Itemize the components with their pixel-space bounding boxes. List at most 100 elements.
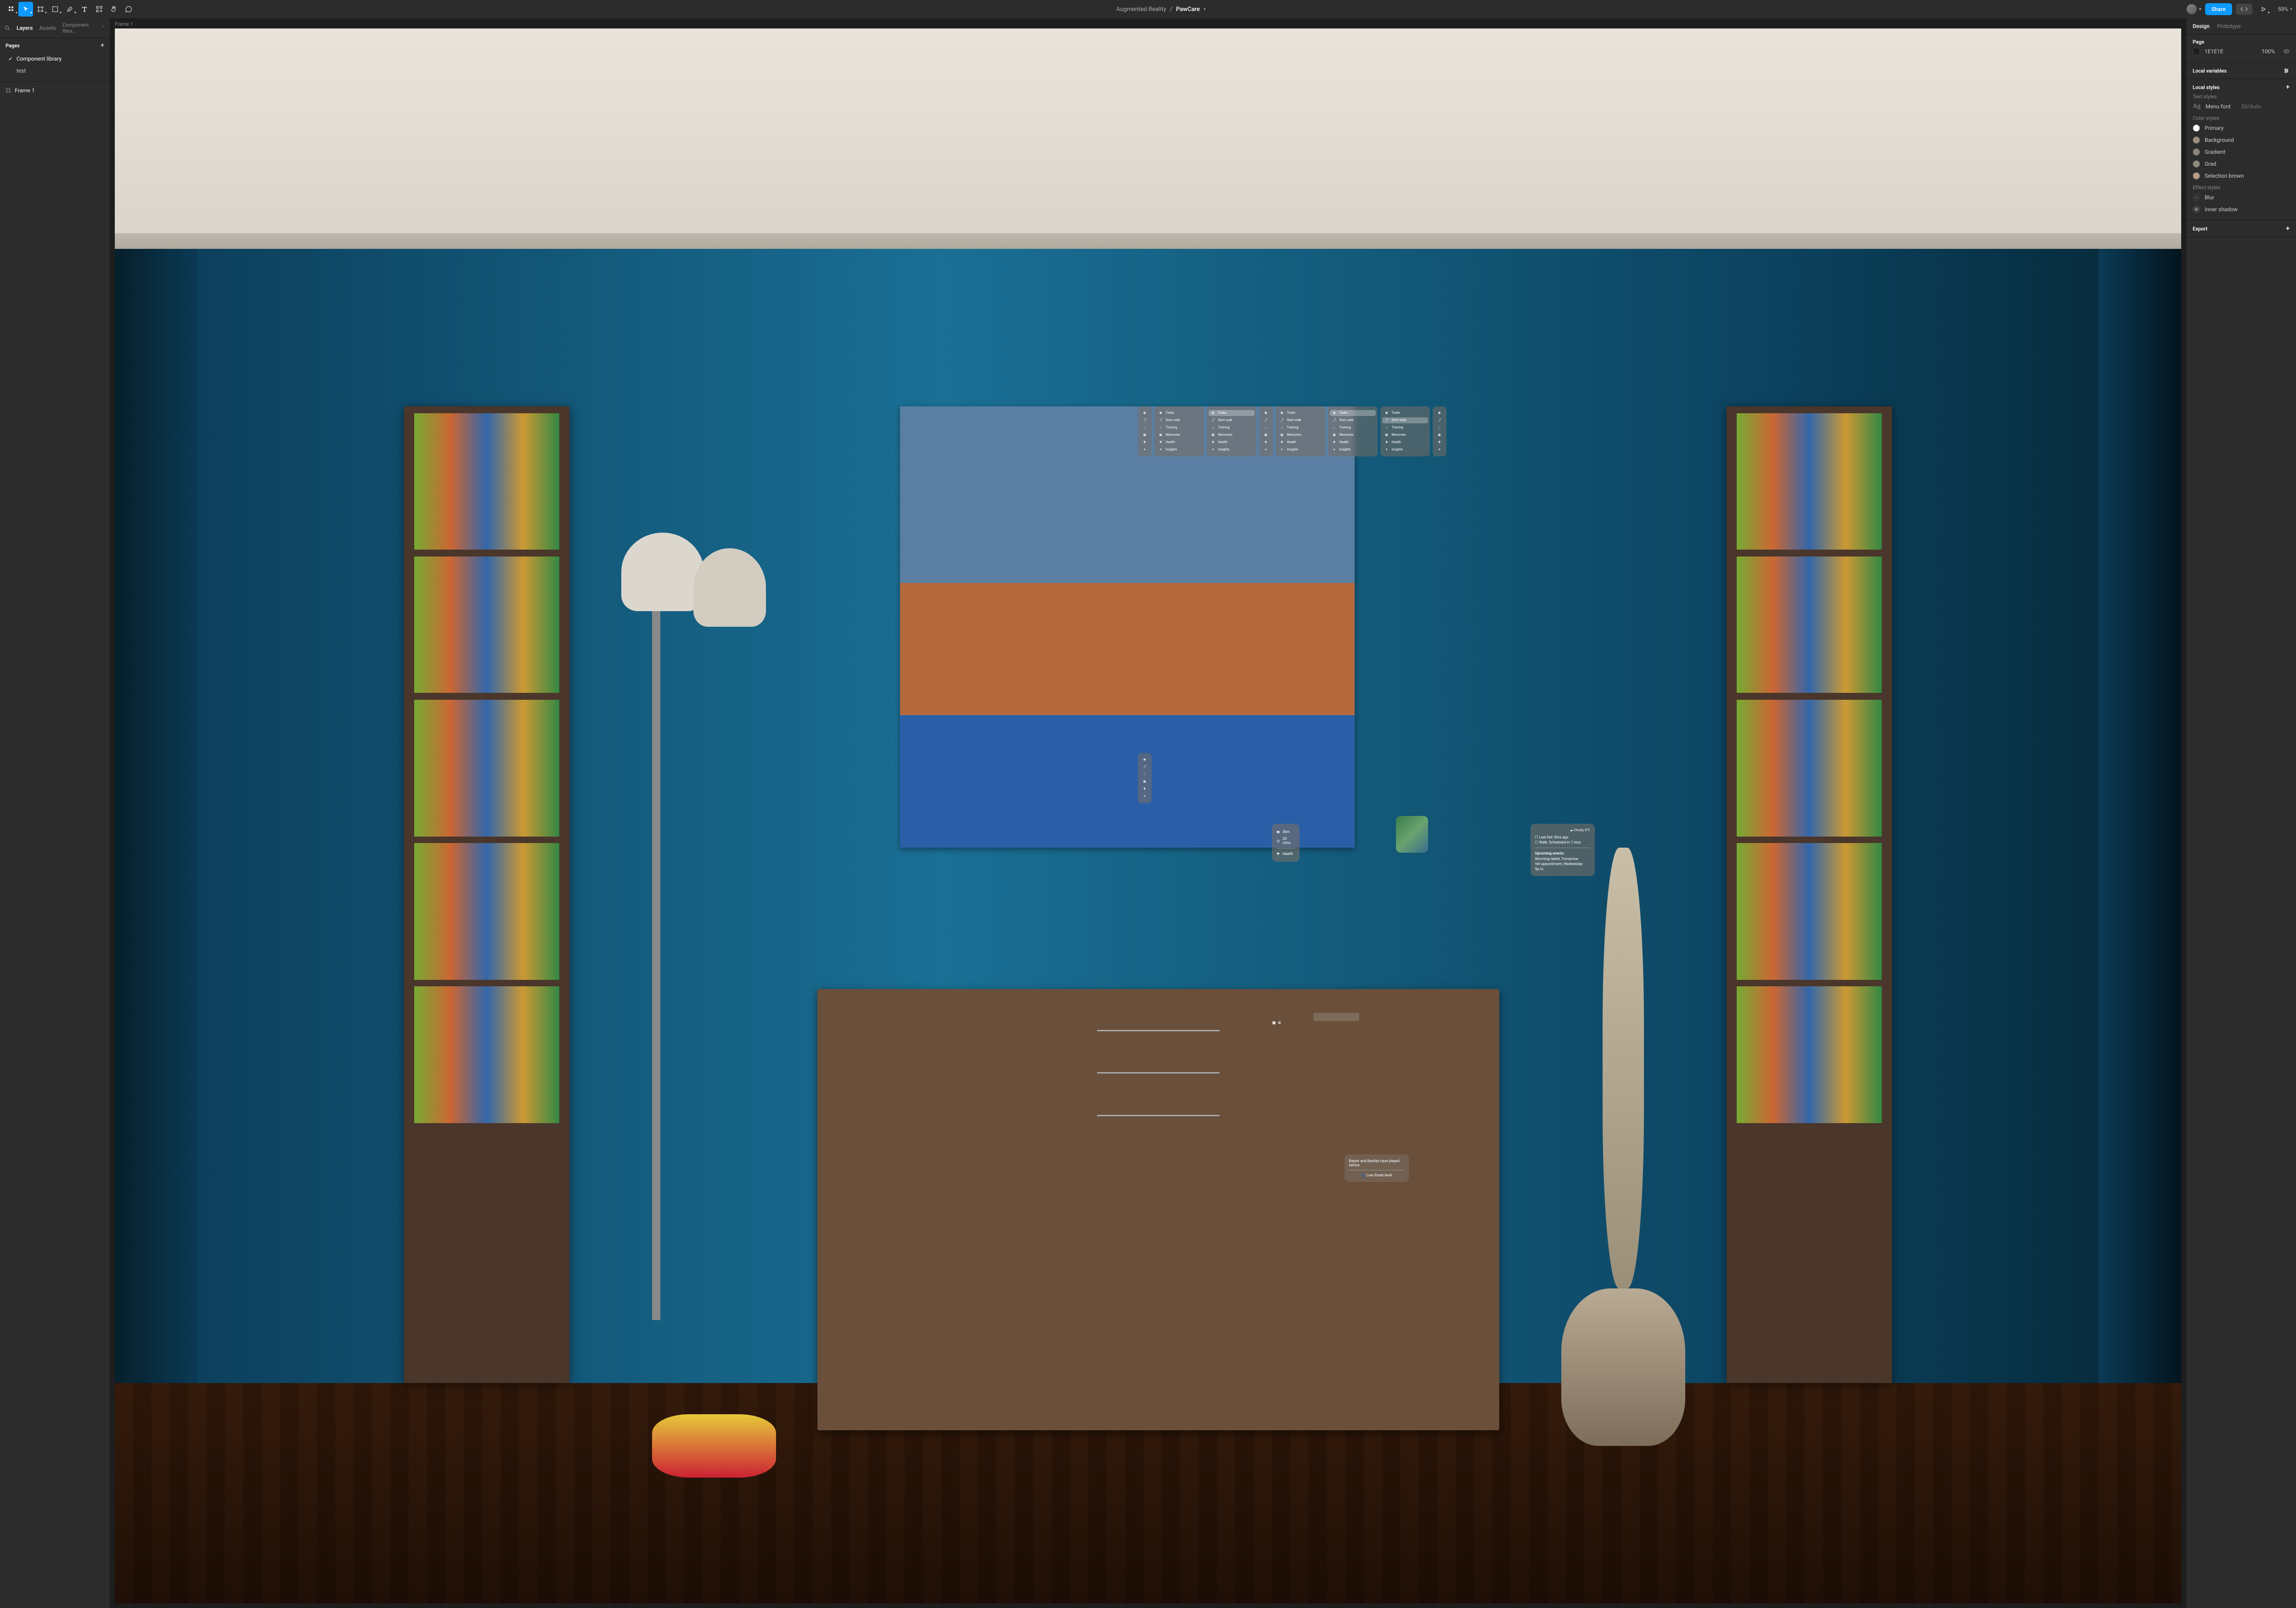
dev-mode-button[interactable] [2236, 4, 2252, 15]
page-color-swatch[interactable] [2193, 48, 2200, 55]
ar-health-card[interactable]: ◉3km ◷20 mins ✚Health [1272, 824, 1300, 862]
ar-menu-item[interactable]: ⌂Training [1209, 425, 1255, 431]
ar-menu-item[interactable]: ✚Health [1209, 439, 1255, 445]
checkbox-icon: ☐ [1535, 835, 1539, 839]
frame-tool-button[interactable] [33, 2, 48, 17]
hand-tool-button[interactable] [107, 2, 121, 17]
component-library-dropdown[interactable]: Component libra... ⌃ [62, 22, 105, 34]
frame-1[interactable]: ◉ ⤴ ⌂ ▣ ✚ ✦ ◉Tasks⤴Start walk⌂Training▣M… [115, 28, 2181, 1603]
ar-menu-wide[interactable]: ◉Tasks⤴Start walk ⌂Training▣Memories✚Heal… [1276, 406, 1325, 456]
tab-prototype[interactable]: Prototype [2217, 23, 2241, 29]
color-style-item[interactable]: Grad [2193, 158, 2290, 170]
effect-style-inner-shadow[interactable]: Inner shadow [2193, 203, 2290, 215]
ar-menu-item[interactable]: ⤴Start walk [1330, 417, 1376, 423]
color-style-item[interactable]: Primary [2193, 122, 2290, 134]
ar-menu-item[interactable]: ✦Insights [1382, 447, 1428, 453]
page-opacity[interactable]: 100% [2262, 48, 2275, 55]
ar-menu-wide-tasks-active[interactable]: ◉Tasks⤴Start walk ⌂Training▣Memories✚Heal… [1207, 406, 1256, 456]
ar-menu-item[interactable]: ◉Tasks [1382, 410, 1428, 416]
ar-menu-item[interactable]: ⌂Training [1330, 425, 1376, 431]
add-export-button[interactable]: + [2286, 225, 2290, 232]
visibility-toggle-icon[interactable] [2283, 48, 2290, 55]
ar-menu-wide-tasks-active[interactable]: ◉Tasks⤴Start walk ⌂Training▣Memories✚Heal… [1328, 406, 1378, 456]
ar-menu-mini-floating[interactable]: ◉ ⤴ ⌂ ▣ ✚ ✦ [1138, 753, 1152, 803]
present-button[interactable] [2256, 2, 2271, 17]
page-color-hex[interactable] [2205, 48, 2232, 55]
comment-tool-button[interactable] [121, 2, 136, 17]
health-icon: ✚ [1142, 441, 1147, 444]
ar-menu-item[interactable]: ✦Insights [1209, 447, 1255, 453]
add-style-button[interactable]: + [2286, 84, 2290, 91]
ar-menu-variants-row: ◉ ⤴ ⌂ ▣ ✚ ✦ ◉Tasks⤴Start walk⌂Training▣M… [1138, 406, 1446, 456]
resources-tool-button[interactable] [92, 2, 107, 17]
ar-menu-item[interactable]: ✦Insights [1277, 447, 1323, 453]
page-item[interactable]: ✓ Component library [0, 53, 110, 65]
avatar [2186, 4, 2197, 15]
project-name: PawCare [1176, 6, 1200, 13]
chevron-down-icon[interactable]: ▾ [2290, 7, 2292, 12]
ar-menu-mini[interactable]: ◉ ⤴ ⌂ ▣ ✚ ✦ [1433, 406, 1446, 456]
ar-thumb-icons[interactable]: ▣⊗ [1272, 1021, 1281, 1025]
ar-menu-item[interactable]: ▣Memories [1382, 432, 1428, 438]
ar-menu-item[interactable]: ⌂Training [1277, 425, 1323, 431]
pen-tool-button[interactable] [62, 2, 77, 17]
ar-menu-mini[interactable]: ◉ ⤴ ⌂ ▣ ✚ ✦ [1138, 406, 1152, 456]
layer-item-frame[interactable]: Frame 1 [0, 84, 110, 96]
ar-menu-item[interactable]: ⤴Start walk [1382, 417, 1428, 423]
ar-menu-item[interactable]: ⤴Start walk [1209, 417, 1255, 423]
page-item[interactable]: test [0, 65, 110, 77]
tab-assets[interactable]: Assets [39, 25, 56, 31]
ar-menu-item[interactable]: ▣Memories [1156, 432, 1202, 438]
local-styles-heading: Local styles [2193, 84, 2220, 90]
ar-menu-mini[interactable]: ◉ ⤴ ⌂ ▣ ✚ ✦ [1259, 406, 1273, 456]
document-title[interactable]: Augmented Reality / PawCare ▾ [137, 6, 2185, 13]
add-page-button[interactable]: + [101, 42, 104, 49]
ar-menu-item[interactable]: ▣Memories [1277, 432, 1323, 438]
ar-schedule-card[interactable]: ☁ Cloudy, 8°C ☐ Last fed: 8hrs ago ☐ Wal… [1531, 824, 1595, 876]
text-style-item[interactable]: Ag Menu font · 50/Auto [2193, 101, 2290, 112]
ar-menu-item[interactable]: ◉Tasks [1156, 410, 1202, 416]
ar-menu-item[interactable]: ▣Memories [1330, 432, 1376, 438]
clock-icon: ◷ [1277, 839, 1280, 843]
project-parent: Augmented Reality [1116, 6, 1166, 13]
color-style-item[interactable]: Gradient [2193, 146, 2290, 158]
ar-menu-item[interactable]: ⤴Start walk [1156, 417, 1202, 423]
canvas[interactable]: Frame 1 [110, 18, 2186, 1608]
variables-settings-icon[interactable] [2283, 67, 2290, 74]
move-tool-button[interactable] [18, 2, 33, 17]
collaborators[interactable]: ▾ [2186, 4, 2201, 15]
ar-menu-item[interactable]: ▣Memories [1209, 432, 1255, 438]
ar-menu-wide-startwalk-active[interactable]: ◉Tasks⤴Start walk ⌂Training▣Memories✚Heal… [1380, 406, 1430, 456]
ar-menu-item[interactable]: ✚Health [1277, 439, 1323, 445]
ar-menu-item[interactable]: ✚Health [1156, 439, 1202, 445]
text-style-icon: Ag [2193, 103, 2201, 110]
ar-map-card[interactable] [1396, 816, 1428, 853]
color-style-item[interactable]: Selection brown [2193, 170, 2290, 182]
text-tool-button[interactable] [77, 2, 92, 17]
chevron-down-icon[interactable]: ▾ [1204, 7, 1206, 12]
check-icon: ✓ [8, 56, 13, 62]
ar-menu-item[interactable]: ◉Tasks [1277, 410, 1323, 416]
tab-design[interactable]: Design [2193, 23, 2210, 29]
effect-style-blur[interactable]: Blur [2193, 191, 2290, 203]
tab-layers[interactable]: Layers [17, 25, 33, 31]
zoom-level[interactable]: 59% [2278, 6, 2288, 12]
ar-menu-item[interactable]: ✦Insights [1330, 447, 1376, 453]
ar-menu-item[interactable]: ◉Tasks [1330, 410, 1376, 416]
memories-icon: ▣ [1142, 433, 1147, 437]
ar-menu-item[interactable]: ◉Tasks [1209, 410, 1255, 416]
ar-menu-item[interactable]: ⌂Training [1156, 425, 1202, 431]
ar-menu-wide[interactable]: ◉Tasks⤴Start walk ⌂Training▣Memories✚Heal… [1154, 406, 1204, 456]
color-style-item[interactable]: Background [2193, 134, 2290, 146]
ar-menu-item[interactable]: ⤴Start walk [1277, 417, 1323, 423]
share-button[interactable]: Share [2205, 3, 2232, 15]
ar-menu-item[interactable]: ✚Health [1330, 439, 1376, 445]
frame-label[interactable]: Frame 1 [115, 21, 133, 27]
shape-tool-button[interactable] [48, 2, 62, 17]
ar-menu-item[interactable]: ✦Insights [1156, 447, 1202, 453]
ar-threat-card[interactable]: Baxter and Bentley have played before. 🐾… [1345, 1154, 1409, 1182]
search-icon[interactable] [5, 25, 10, 31]
main-menu-button[interactable] [4, 2, 18, 17]
ar-menu-item[interactable]: ✚Health [1382, 439, 1428, 445]
ar-menu-item[interactable]: ⌂Training [1382, 425, 1428, 431]
